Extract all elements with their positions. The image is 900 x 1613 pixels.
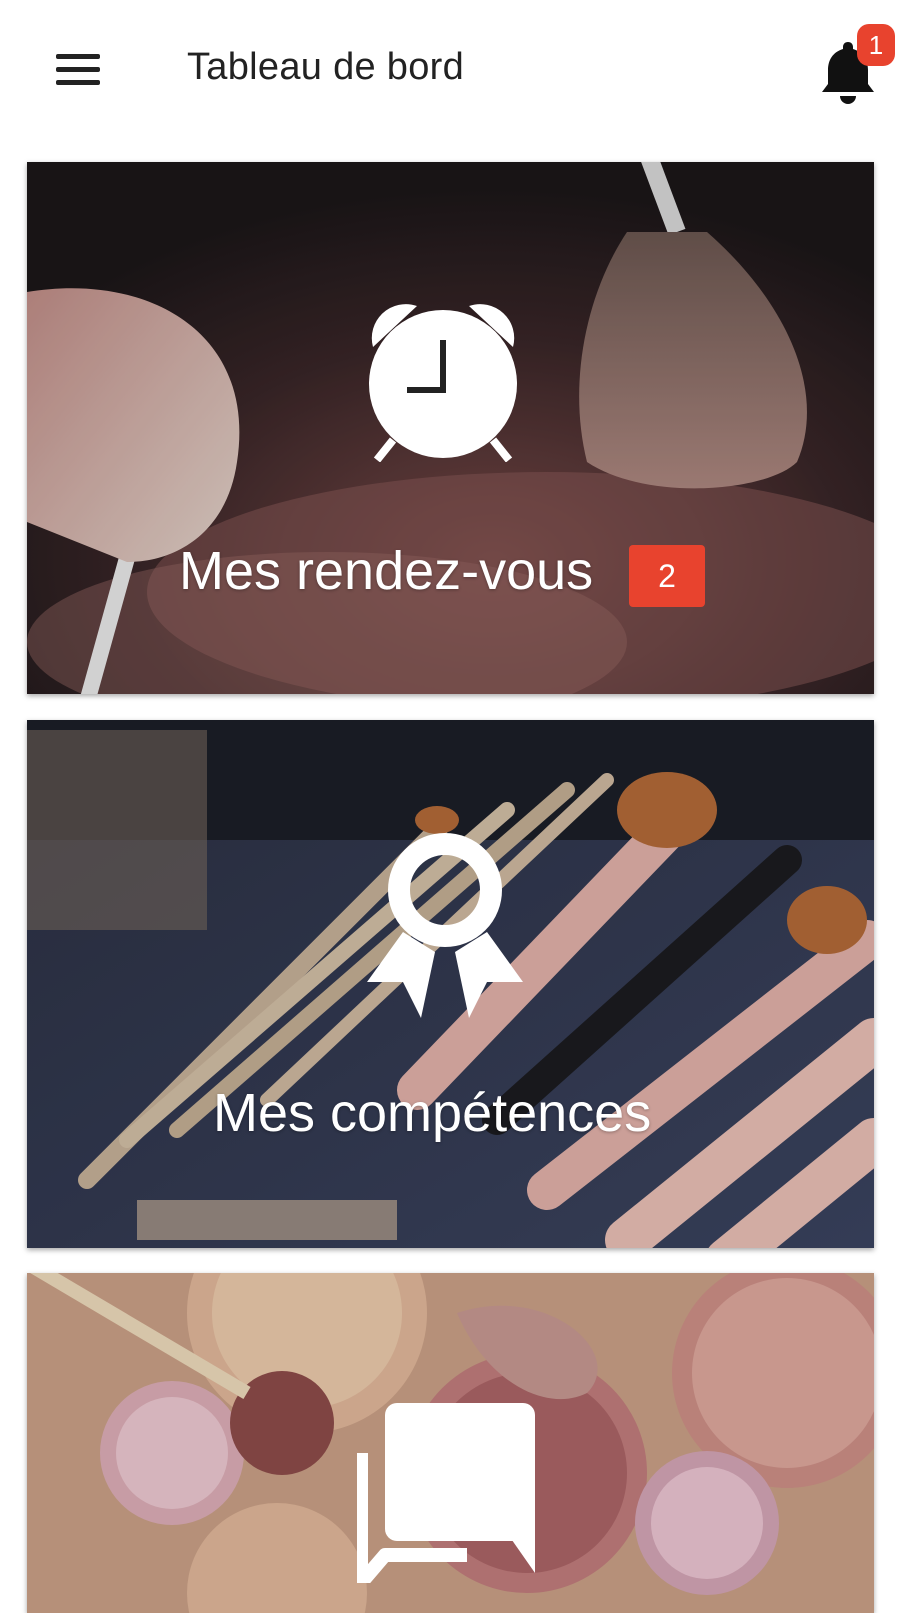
app-bar: Tableau de bord 1 <box>0 0 900 140</box>
page-title: Tableau de bord <box>187 46 465 88</box>
alarm-clock-icon <box>369 304 517 462</box>
skills-card[interactable]: Mes compétences <box>27 720 874 1248</box>
award-ribbon-icon <box>367 833 523 1018</box>
messages-card[interactable] <box>27 1273 874 1613</box>
chat-messages-icon <box>357 1403 535 1583</box>
appointments-card[interactable]: Mes rendez-vous 2 <box>27 162 874 694</box>
notification-count-badge: 1 <box>857 24 895 66</box>
hamburger-menu-icon[interactable] <box>56 44 112 94</box>
appointments-count-badge: 2 <box>629 545 705 607</box>
skills-label: Mes compétences <box>213 1083 652 1143</box>
appointments-label: Mes rendez-vous <box>179 541 594 601</box>
